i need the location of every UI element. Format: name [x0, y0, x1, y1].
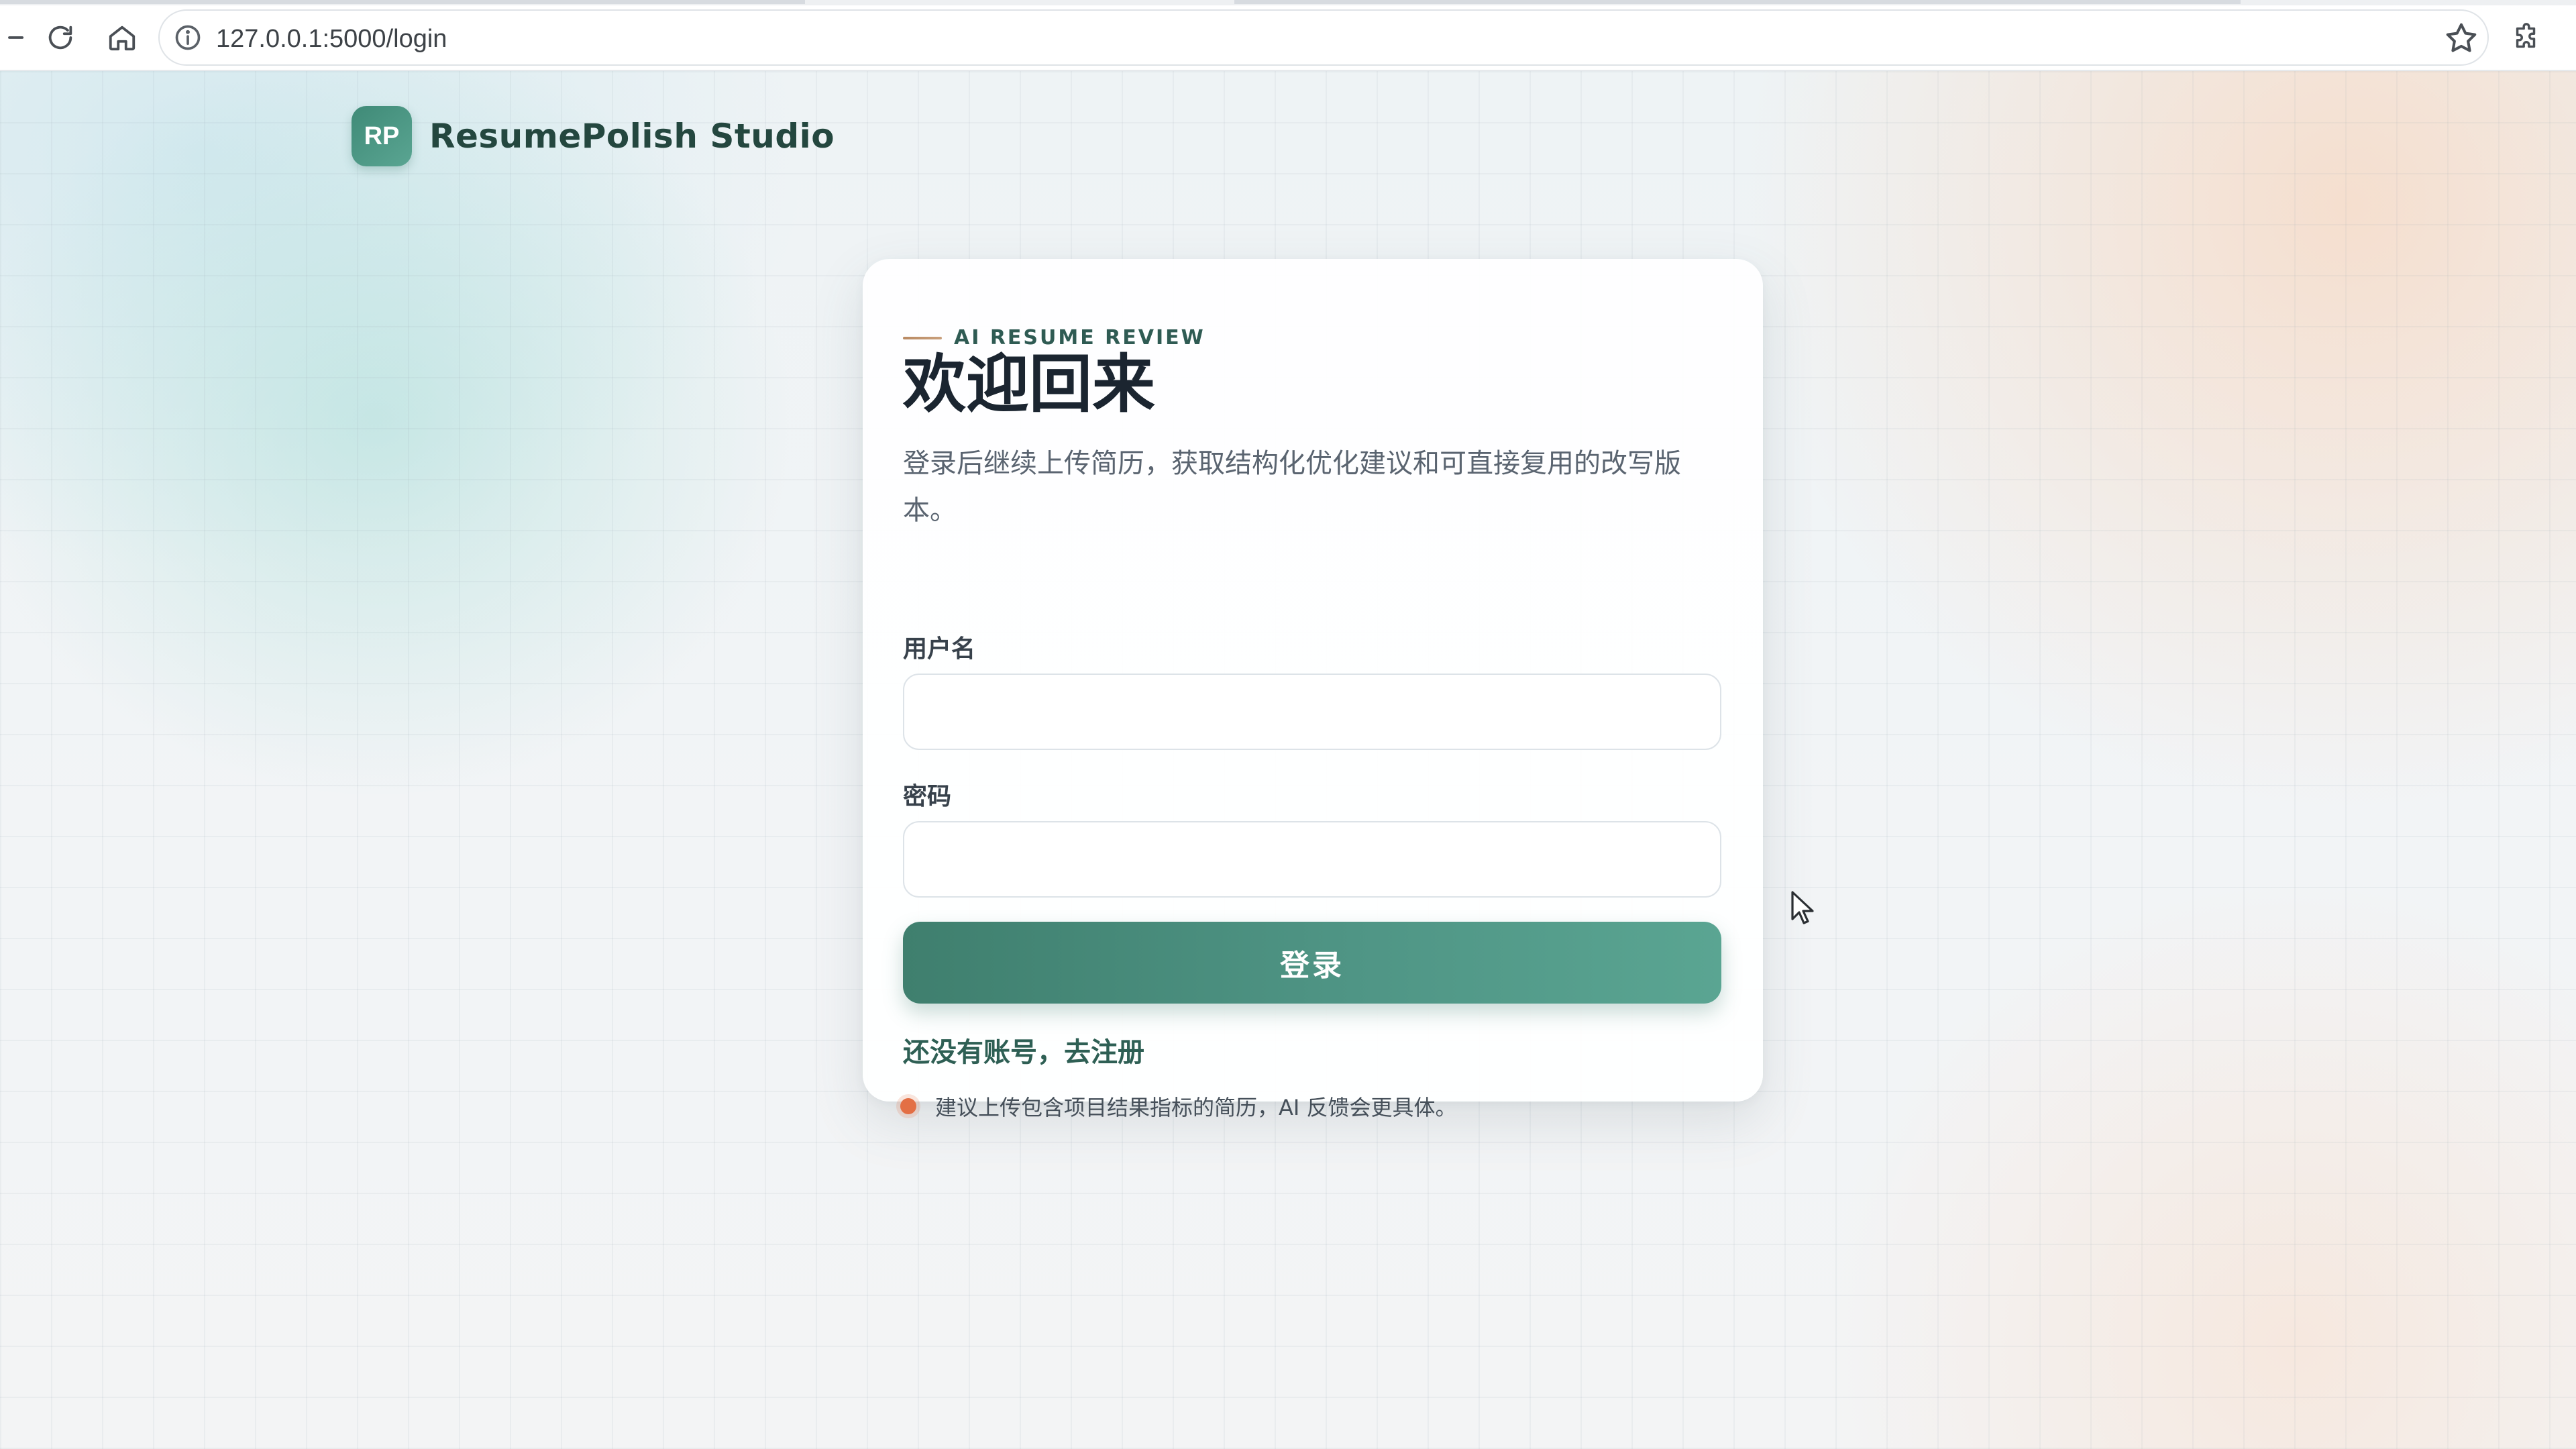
page-background: RP ResumePolish Studio AI RESUME REVIEW …	[0, 71, 2576, 1449]
address-url[interactable]: 127.0.0.1:5000/login	[216, 24, 447, 54]
cursor-icon	[1791, 891, 1814, 924]
extensions-button[interactable]	[2505, 16, 2548, 59]
extensions-icon	[2516, 23, 2536, 48]
browser-toolbar: 127.0.0.1:5000/login	[0, 0, 2576, 71]
tab-strip-edge	[0, 0, 2576, 5]
reload-icon	[48, 25, 72, 50]
star-icon[interactable]	[2443, 20, 2479, 56]
back-button[interactable]	[0, 16, 31, 59]
password-input[interactable]	[903, 821, 1721, 898]
brand-name: ResumePolish Studio	[429, 117, 835, 156]
username-label: 用户名	[903, 635, 976, 663]
brand[interactable]: RP ResumePolish Studio	[352, 106, 835, 166]
tab-edge	[1234, 0, 2241, 4]
tip-dot-icon	[900, 1098, 916, 1114]
brand-logo: RP	[352, 106, 412, 166]
tab-edge	[0, 0, 805, 4]
reload-button[interactable]	[39, 16, 82, 59]
password-label: 密码	[903, 783, 952, 810]
page-title: 欢迎回来	[903, 348, 1156, 421]
address-bar[interactable]: 127.0.0.1:5000/login	[158, 9, 2489, 66]
back-icon	[8, 36, 24, 39]
register-link[interactable]: 还没有账号，去注册	[903, 1030, 1144, 1069]
login-button[interactable]: 登录	[903, 922, 1721, 1004]
page-subtitle: 登录后继续上传简历，获取结构化优化建议和可直接复用的改写版本。	[903, 448, 1681, 526]
tip-text: 建议上传包含项目结果指标的简历，AI 反馈会更具体。	[935, 1095, 1457, 1120]
login-card: AI RESUME REVIEW 欢迎回来 登录后继续上传简历，获取结构化优化建…	[863, 259, 1763, 1120]
eyebrow-line	[903, 336, 942, 339]
tip: 建议上传包含项目结果指标的简历，AI 反馈会更具体。	[900, 1091, 1457, 1122]
username-input[interactable]	[903, 674, 1721, 750]
home-icon	[109, 25, 136, 51]
home-button[interactable]	[101, 16, 144, 59]
info-icon[interactable]	[173, 23, 203, 52]
